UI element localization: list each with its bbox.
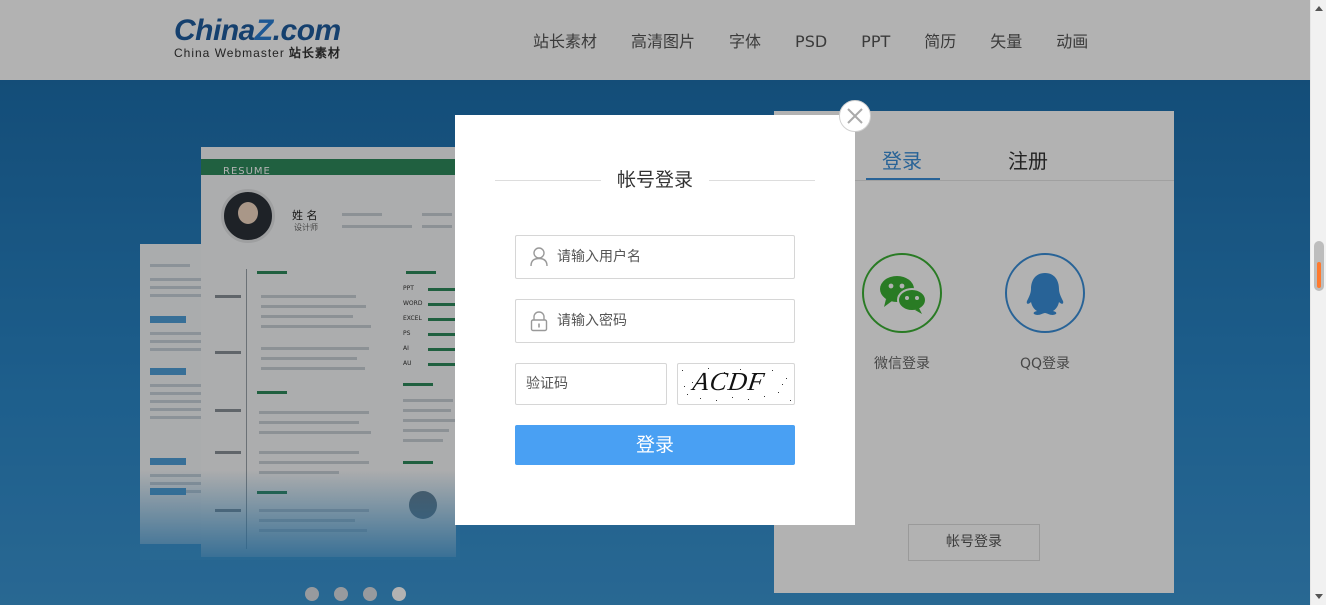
scroll-down-arrow-icon[interactable]	[1315, 594, 1323, 599]
captcha-input[interactable]	[526, 364, 661, 404]
password-field[interactable]	[515, 299, 795, 343]
page-scrollbar[interactable]	[1310, 0, 1326, 605]
captcha-field[interactable]	[515, 363, 667, 405]
close-icon	[847, 108, 863, 124]
scrollbar-marker	[1317, 262, 1321, 288]
title-divider-right	[709, 180, 815, 181]
username-input[interactable]	[557, 236, 787, 278]
captcha-text: ACDF	[691, 367, 767, 396]
user-icon	[530, 247, 548, 267]
modal-title-row: 帐号登录	[495, 167, 815, 193]
scroll-up-arrow-icon[interactable]	[1315, 6, 1323, 11]
modal-close-button[interactable]	[839, 100, 871, 132]
login-submit-button[interactable]: 登录	[515, 425, 795, 465]
password-input[interactable]	[557, 300, 787, 342]
account-login-modal: 帐号登录 ACDF	[455, 115, 855, 525]
username-field[interactable]	[515, 235, 795, 279]
captcha-image[interactable]: ACDF	[677, 363, 795, 405]
lock-icon	[530, 311, 548, 332]
